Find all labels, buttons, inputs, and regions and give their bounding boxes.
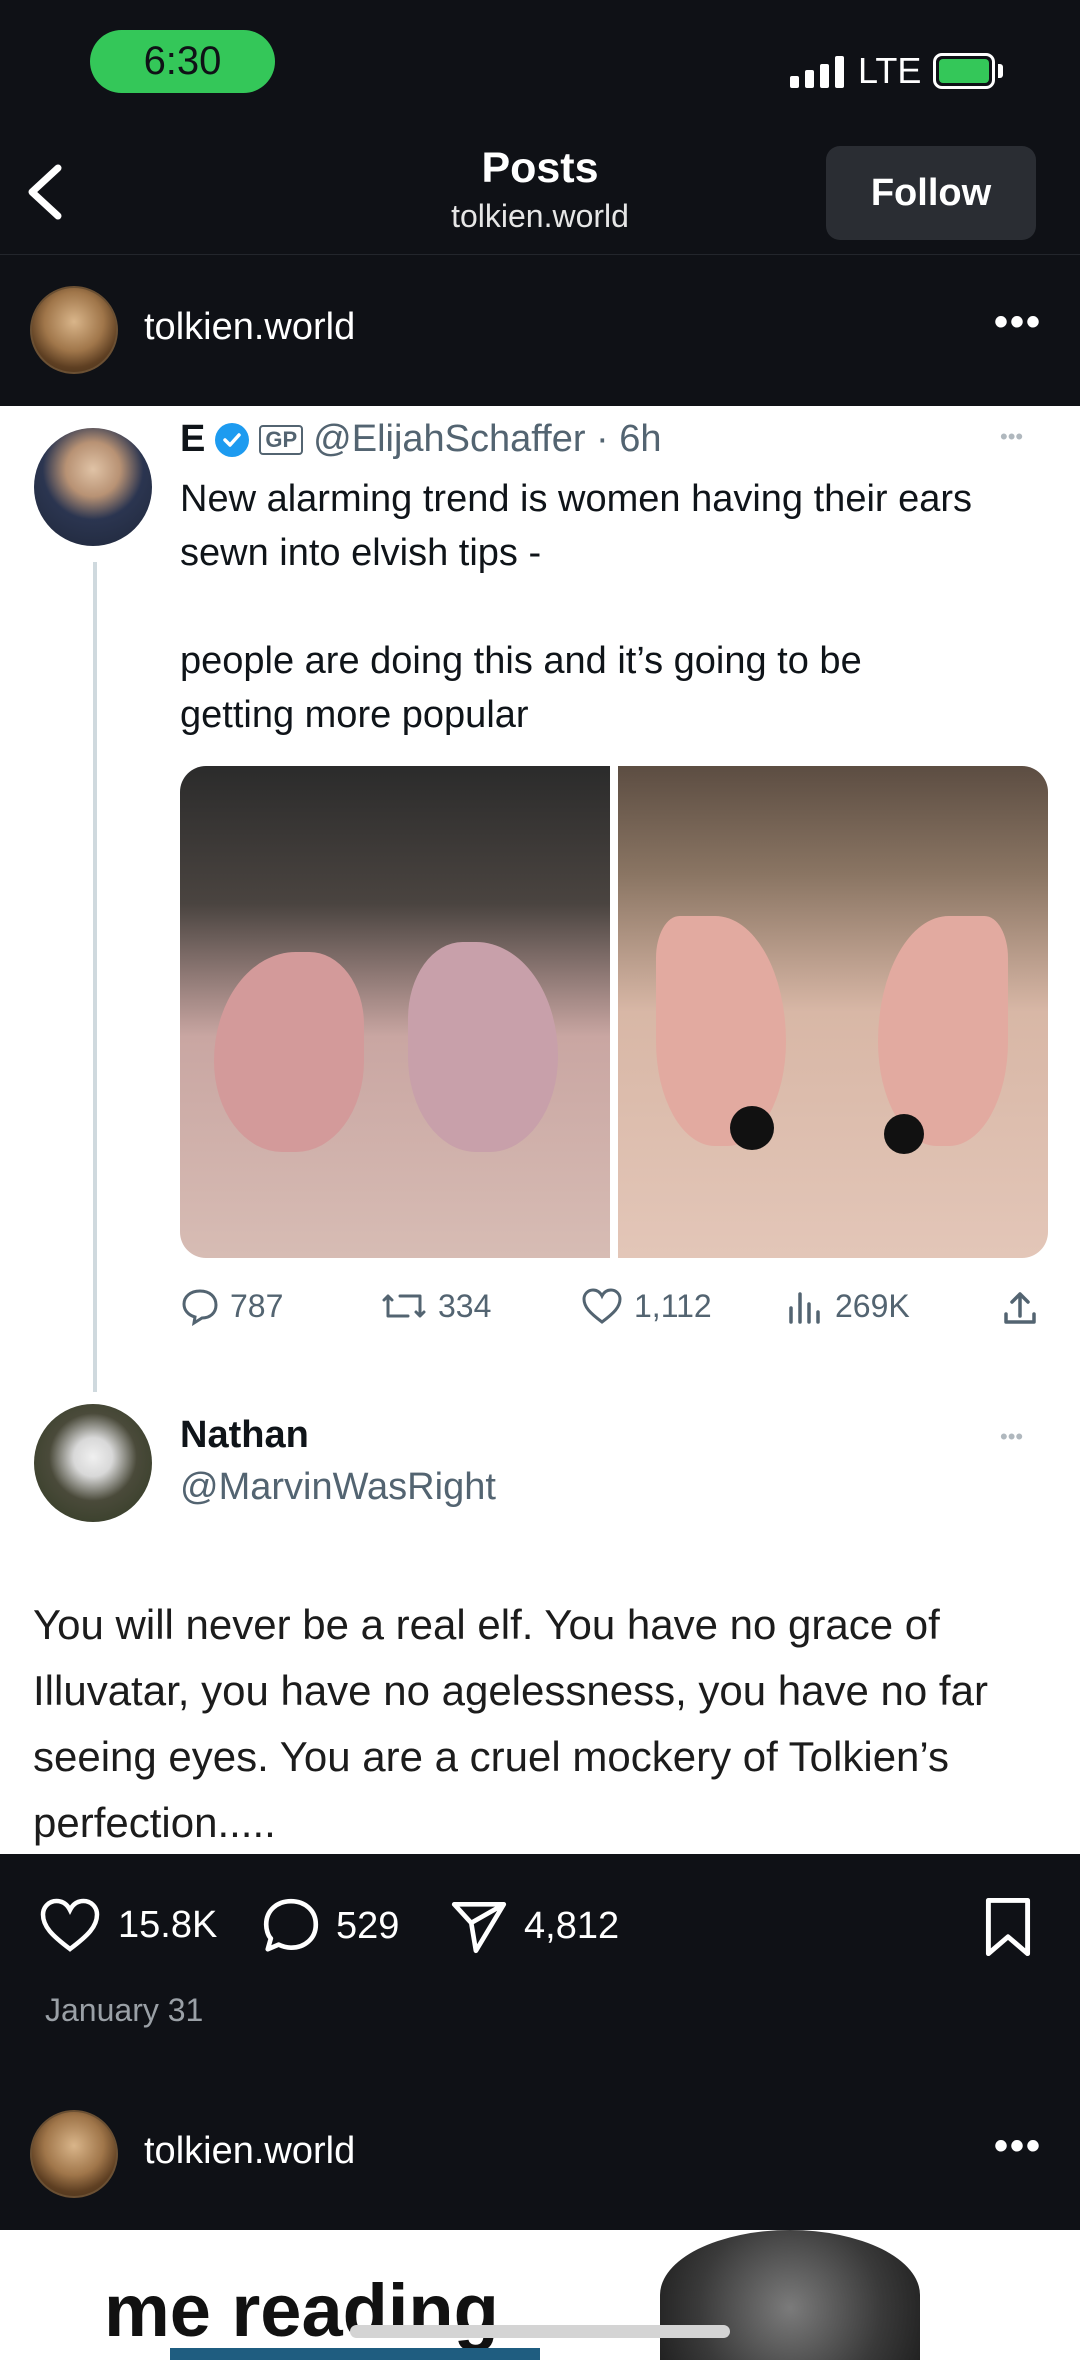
tweet-more-icon: •••: [1000, 424, 1024, 449]
reply-author-name: Nathan: [180, 1414, 309, 1456]
heart-icon: [40, 1898, 100, 1952]
share-icon: [1004, 1292, 1036, 1324]
views-icon: [789, 1292, 820, 1324]
tweet-replies-count: 787: [230, 1287, 284, 1324]
tweet-author-name: E: [180, 418, 206, 460]
tweet-text-line3: people are doing this and it’s going to …: [180, 640, 862, 682]
reply-text: You will never be a real elf. You have n…: [33, 1601, 988, 1846]
reply-author-avatar: [34, 1404, 152, 1522]
status-time: 6:30: [90, 30, 275, 93]
tweet-retweets: 334: [380, 1286, 491, 1326]
tweet-text-line1: New alarming trend is women having their…: [180, 478, 973, 520]
post-account-name[interactable]: tolkien.world: [144, 306, 355, 349]
more-options-icon[interactable]: •••: [994, 300, 1042, 345]
next-post-avatar[interactable]: [30, 2110, 118, 2198]
affiliate-badge: GP: [259, 424, 304, 455]
bookmark-icon[interactable]: [980, 1896, 1036, 1958]
thread-line: [93, 562, 97, 1392]
tweet-text-line4: getting more popular: [180, 694, 529, 736]
like-count: 15.8K: [118, 1903, 218, 1946]
photo-ear-left: [180, 766, 610, 1258]
tweet-author-row: E GP @ElijahSchaffer · 6h: [180, 418, 662, 461]
tweet-likes-count: 1,112: [634, 1287, 712, 1324]
follow-button[interactable]: Follow: [826, 146, 1036, 240]
next-post-more-icon[interactable]: •••: [994, 2124, 1042, 2169]
post-date: January 31: [45, 1992, 204, 2028]
reply-more-icon: •••: [1000, 1424, 1024, 1449]
reply-icon: [182, 1289, 218, 1326]
next-post-person: [660, 2230, 920, 2360]
comment-button[interactable]: 529: [260, 1895, 399, 1957]
comment-count: 529: [336, 1904, 400, 1947]
comment-icon: [263, 1898, 319, 1952]
share-count: 4,812: [524, 1904, 620, 1947]
tweet-replies: 787: [180, 1286, 283, 1326]
tweet-photo: [180, 766, 1048, 1258]
tweet-views: 269K: [785, 1286, 910, 1326]
photo-ear-right: [618, 766, 1048, 1258]
like-button[interactable]: 15.8K: [36, 1895, 217, 1955]
tweet-views-count: 269K: [835, 1287, 910, 1324]
tweet-likes: 1,112: [580, 1286, 712, 1326]
share-button[interactable]: 4,812: [448, 1895, 619, 1957]
verified-badge-icon: [215, 422, 250, 457]
header-divider: [0, 254, 1080, 255]
signal-strength-icon: [790, 56, 844, 88]
send-icon: [451, 1901, 507, 1954]
tweet-like-icon: [582, 1288, 622, 1324]
tweet-author-avatar: [34, 428, 152, 546]
tweet-retweets-count: 334: [438, 1287, 492, 1324]
next-post-image-strip: [170, 2348, 540, 2360]
battery-tip: [998, 64, 1003, 78]
tweet-handle-time: @ElijahSchaffer · 6h: [313, 418, 662, 460]
next-post-caption: me reading: [104, 2269, 499, 2352]
retweet-icon: [382, 1294, 426, 1318]
avatar[interactable]: [30, 286, 118, 374]
home-indicator[interactable]: [350, 2325, 730, 2338]
next-post-account-name[interactable]: tolkien.world: [144, 2130, 355, 2173]
battery-icon: [933, 53, 995, 89]
network-label: LTE: [858, 50, 922, 91]
reply-author-handle: @MarvinWasRight: [180, 1466, 496, 1508]
tweet-text-line2: sewn into elvish tips -: [180, 532, 542, 574]
next-post-image[interactable]: me reading: [0, 2230, 1080, 2360]
